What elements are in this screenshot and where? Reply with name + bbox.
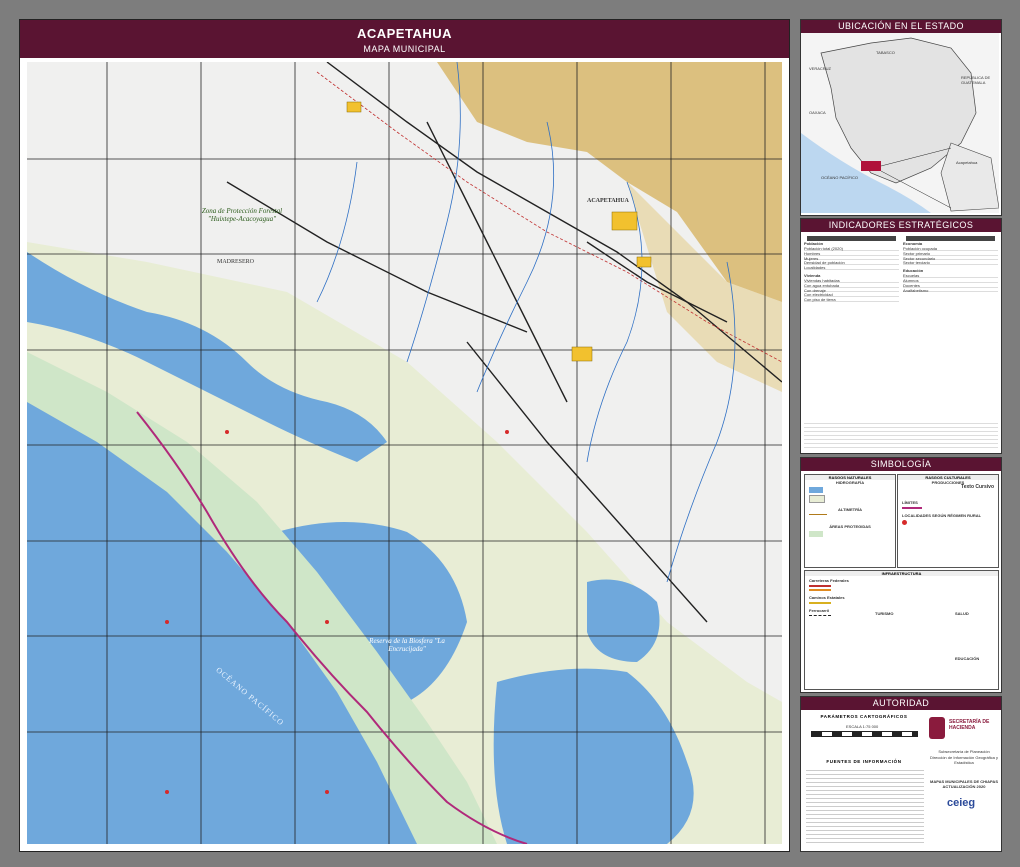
org-subsecretaria: Subsecretaría de Planeación xyxy=(938,749,990,754)
infrastructure-box: INFRAESTRUCTURA Carreteras Federales Cam… xyxy=(804,570,999,690)
state-label-ocean: OCÉANO PACÍFICO xyxy=(821,175,859,180)
table-row: Con piso de tierra xyxy=(804,297,899,302)
table-row: Sector terciario xyxy=(903,260,998,265)
state-locator-map xyxy=(801,33,999,213)
place-label-acapetahua: ACAPETAHUA xyxy=(587,198,629,204)
scale-bar xyxy=(811,731,918,737)
symbology-panel: SIMBOLOGÍA RASGOS NATURALES HIDROGRAFÍA … xyxy=(800,457,1002,693)
indicators-column-left: Población Población total (2020) Hombres… xyxy=(804,234,899,302)
state-label-veracruz: VERACRUZ xyxy=(809,66,832,71)
sources-text xyxy=(806,767,924,845)
municipality-highlight xyxy=(861,161,881,171)
government-logo xyxy=(929,717,945,739)
locality-swatch xyxy=(902,520,907,525)
protected-area-label-2: Reserva de la Biosfera "La Encrucijada" xyxy=(369,637,445,653)
map-title: ACAPETAHUA xyxy=(356,26,453,41)
wetland-swatch xyxy=(809,495,825,503)
cultural-features-box: RASGOS CULTURALES PRODUCCIONES Texto Cur… xyxy=(897,474,999,568)
edition-note: MAPAS MUNICIPALES DE CHIAPAS ACTUALIZACI… xyxy=(929,779,998,789)
natural-features-box: RASGOS NATURALES HIDROGRAFÍA ALTIMETRÍA … xyxy=(804,474,896,568)
location-panel: UBICACIÓN EN EL ESTADO TABASCO VERACRUZ … xyxy=(800,19,1002,216)
rail-swatch xyxy=(809,615,831,617)
table-row: Localidades xyxy=(804,265,899,270)
authority-panel-title: AUTORIDAD xyxy=(801,697,1001,710)
page-frame: ACAPETAHUA MAPA MUNICIPAL Zona de Protec… xyxy=(0,0,1020,867)
map-graphic xyxy=(27,62,782,844)
state-label-oaxaca: OAXACA xyxy=(809,110,826,115)
contour-swatch xyxy=(809,514,827,520)
org-direccion: Dirección de Información Geográfica y Es… xyxy=(929,755,999,765)
indicators-panel-title: INDICADORES ESTRATÉGICOS xyxy=(801,219,1001,232)
map-subtitle: MAPA MUNICIPAL xyxy=(363,44,446,54)
municipality-label: Acapetahua xyxy=(956,160,978,165)
state-label-tabasco: TABASCO xyxy=(876,50,895,55)
road-swatch-orange xyxy=(809,589,831,591)
sources-title: FUENTES DE INFORMACIÓN xyxy=(826,759,902,764)
org-name: SECRETARÍA DE HACIENDA xyxy=(949,719,990,731)
water-swatch xyxy=(809,487,823,493)
cartographic-parameters: PARÁMETROS CARTOGRÁFICOS xyxy=(820,714,908,719)
table-row: Analfabetismo xyxy=(903,288,998,292)
protected-swatch xyxy=(809,531,823,537)
indicators-column-right: Economía Población ocupada Sector primar… xyxy=(903,234,998,302)
ceieg-logo: ceieg xyxy=(947,797,976,809)
road-swatch-red xyxy=(809,585,831,587)
place-label-madresero: MADRESERO xyxy=(217,259,255,265)
boundary-swatch xyxy=(902,507,922,509)
municipal-map: ACAPETAHUA MAPA MUNICIPAL Zona de Protec… xyxy=(19,19,790,852)
indicators-notes xyxy=(804,420,998,450)
protected-area-label-1: Zona de Protección Forestal "Huixtepe-Ac… xyxy=(201,207,283,223)
scale-label: ESCALA 1:75 000 xyxy=(846,724,879,729)
symbology-panel-title: SIMBOLOGÍA xyxy=(801,458,1001,471)
state-label-guatemala: REPÚBLICA DE GUATEMALA xyxy=(961,75,991,85)
map-header: ACAPETAHUA MAPA MUNICIPAL xyxy=(20,20,789,58)
authority-panel: AUTORIDAD PARÁMETROS CARTOGRÁFICOS ESCAL… xyxy=(800,696,1002,852)
indicators-panel: INDICADORES ESTRATÉGICOS Población Pobla… xyxy=(800,218,1002,454)
map-canvas[interactable]: Zona de Protección Forestal "Huixtepe-Ac… xyxy=(27,62,782,844)
road-swatch-yellow xyxy=(809,602,831,604)
location-panel-title: UBICACIÓN EN EL ESTADO xyxy=(801,20,1001,33)
